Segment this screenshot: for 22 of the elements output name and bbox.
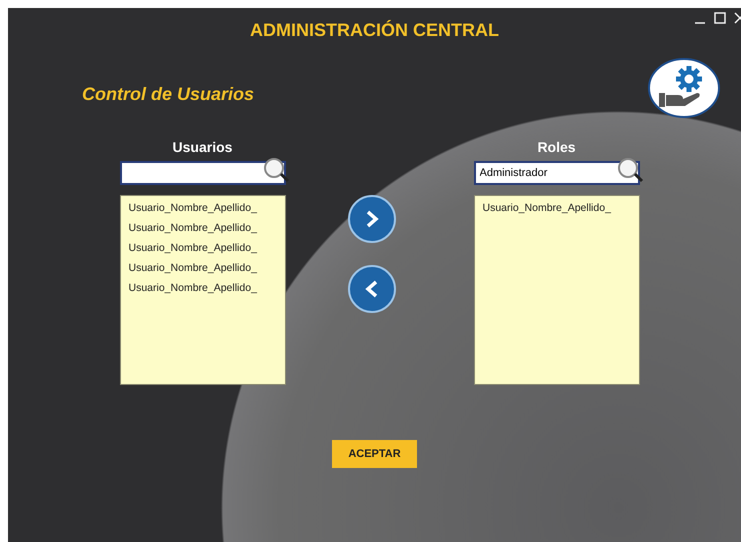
move-right-button[interactable] [348,195,396,243]
chevron-left-icon [365,279,379,299]
list-item[interactable]: Usuario_Nombre_Apellido_ [128,280,284,300]
search-field[interactable] [120,161,286,185]
list-item[interactable]: Usuario_Nombre_Apellido_ [128,240,284,260]
move-left-button[interactable] [348,265,396,313]
list-item[interactable]: Usuario_Nombre_Apellido_ [128,220,284,240]
list-item[interactable]: Usuario_Nombre_Apellido_ [128,260,284,280]
panel-label: Roles [537,139,576,157]
close-icon[interactable] [734,12,741,24]
list-item[interactable]: Usuario_Nombre_Apellido_ [482,200,638,220]
hand-gear-icon [647,57,721,119]
accept-button[interactable]: ACEPTAR [332,440,417,468]
search-icon[interactable] [262,157,290,183]
chevron-right-icon [365,209,379,229]
window-title: ADMINISTRACIÓN CENTRAL [250,20,499,41]
maximize-icon[interactable] [714,12,726,24]
list-item[interactable]: Usuario_Nombre_Apellido_ [128,200,284,220]
search-icon[interactable] [616,157,644,183]
section-title: Control de Usuarios [82,84,254,104]
panel-label: Usuarios [172,139,232,157]
search-field[interactable]: Administrador [474,161,640,185]
